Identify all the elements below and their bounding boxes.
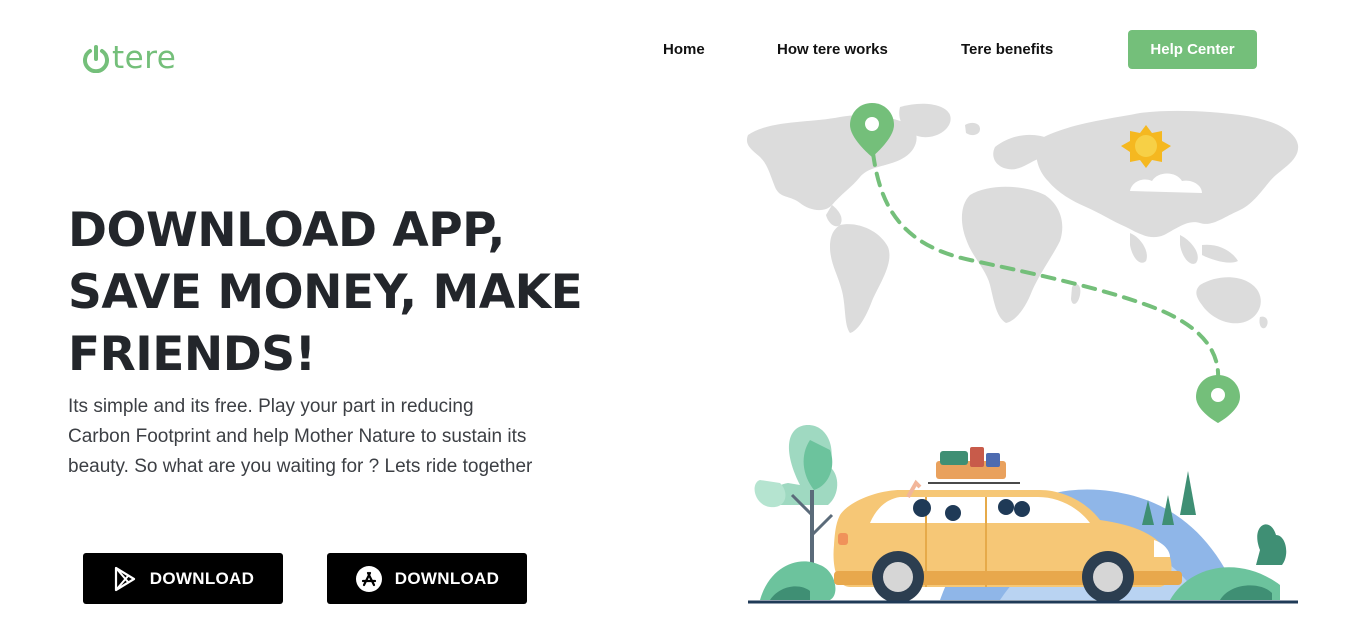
hero-title-line: SAVE MONEY, MAKE bbox=[68, 265, 583, 320]
app-store-icon bbox=[355, 565, 383, 593]
hero-title: DOWNLOAD APP, SAVE MONEY, MAKE FRIENDS! bbox=[68, 200, 588, 386]
hero-description: Its simple and its free. Play your part … bbox=[68, 396, 533, 477]
nav-home[interactable]: Home bbox=[663, 41, 705, 58]
nav-tere-benefits[interactable]: Tere benefits bbox=[961, 41, 1053, 58]
google-play-download-button[interactable]: DOWNLOAD bbox=[83, 553, 283, 604]
app-store-download-button[interactable]: DOWNLOAD bbox=[327, 553, 527, 604]
hero-title-line: DOWNLOAD APP, bbox=[68, 203, 505, 258]
hero-illustration bbox=[740, 95, 1310, 610]
download-label: DOWNLOAD bbox=[149, 568, 255, 588]
hero-title-line: FRIENDS! bbox=[68, 327, 316, 382]
google-play-icon bbox=[112, 566, 138, 592]
help-center-button[interactable]: Help Center bbox=[1128, 30, 1257, 69]
map-pin-icon bbox=[1196, 375, 1240, 423]
download-label: DOWNLOAD bbox=[394, 568, 500, 588]
main-nav: Home How tere works Tere benefits Help C… bbox=[0, 30, 1366, 70]
nav-how-tere-works[interactable]: How tere works bbox=[777, 41, 888, 58]
world-map bbox=[746, 103, 1299, 333]
